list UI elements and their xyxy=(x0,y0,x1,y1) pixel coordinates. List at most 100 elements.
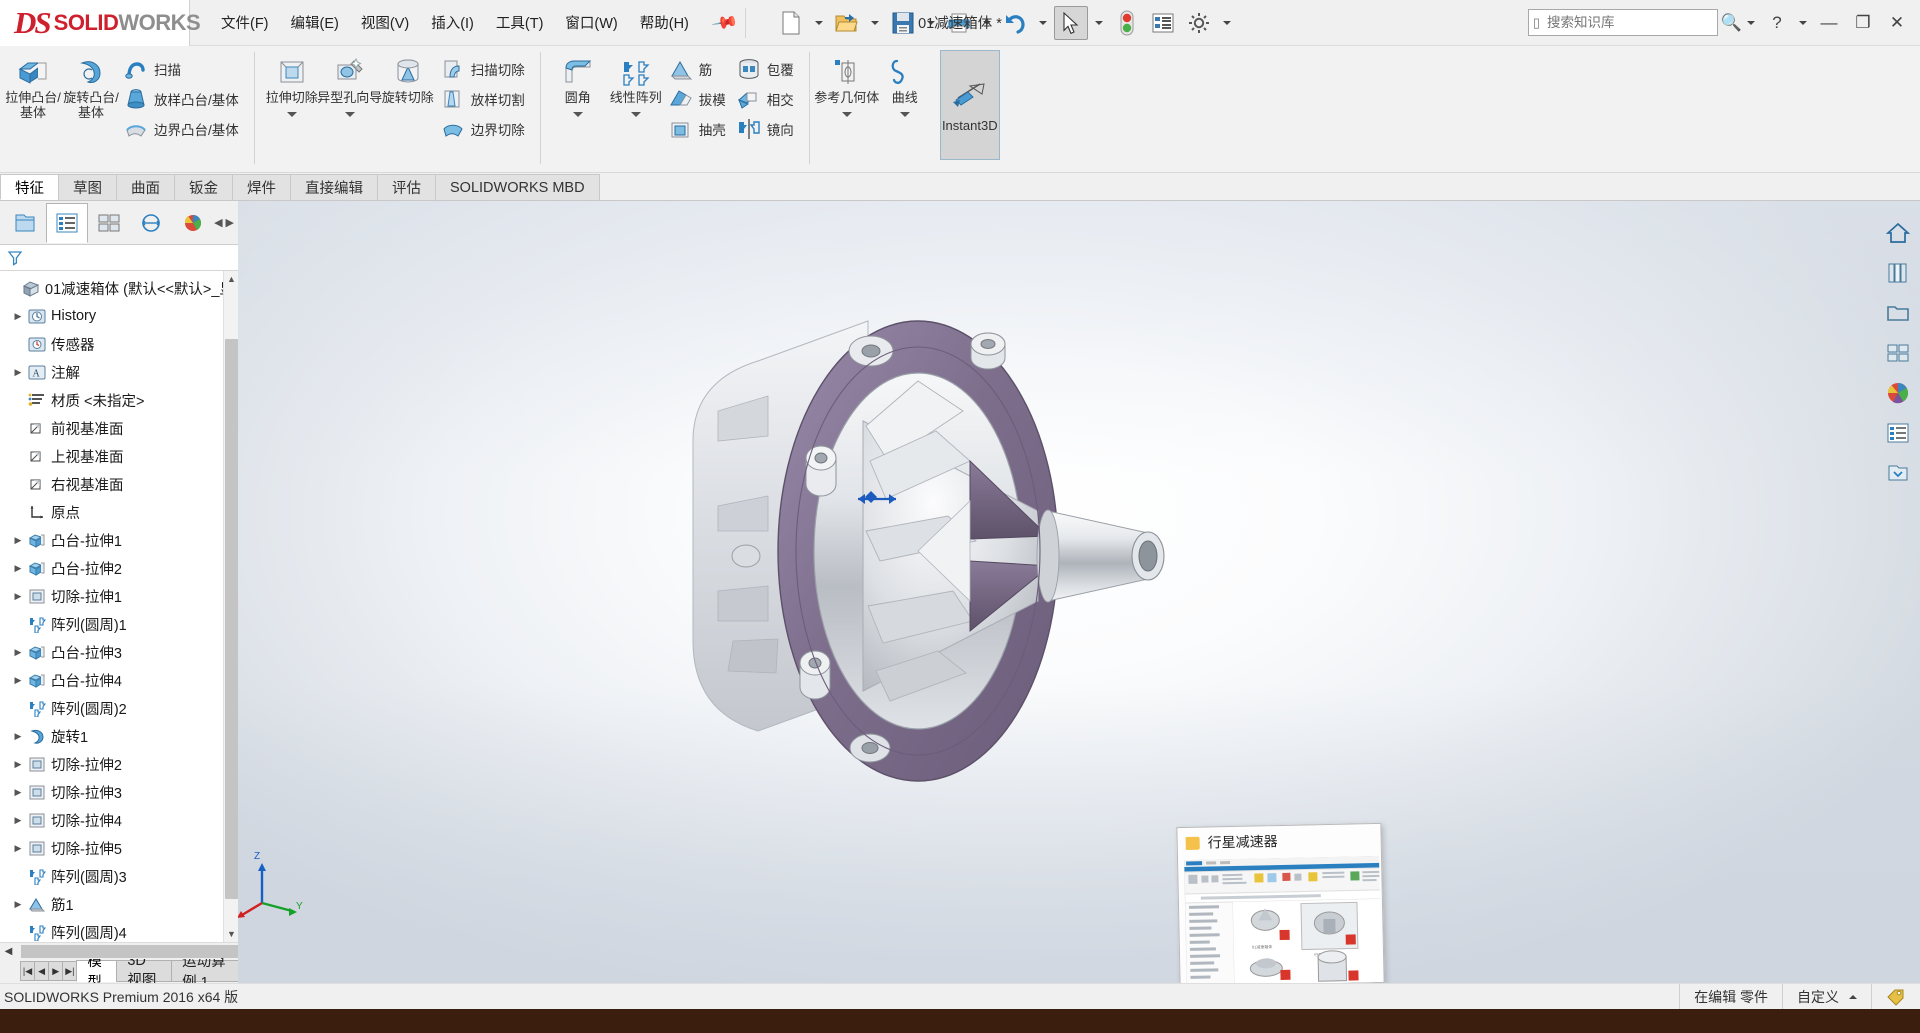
tab-features[interactable]: 特征 xyxy=(0,174,59,200)
feature-tree-item[interactable]: ▶ 切除-拉伸5 xyxy=(0,834,238,862)
curves-dropdown[interactable] xyxy=(876,106,934,124)
design-library-button[interactable] xyxy=(1880,455,1916,491)
chevron-down-icon[interactable] xyxy=(871,20,880,25)
options-gear-button[interactable] xyxy=(1182,6,1216,40)
extruded-cut-dropdown[interactable] xyxy=(263,106,321,124)
menu-help[interactable]: 帮助(H) xyxy=(629,8,700,37)
revolved-cut-button[interactable]: 旋转切除 xyxy=(379,50,437,106)
chevron-down-icon[interactable] xyxy=(815,20,824,25)
tab-weldments[interactable]: 焊件 xyxy=(232,174,291,200)
expand-arrow-icon[interactable]: ▶ xyxy=(10,731,26,742)
graphics-area[interactable]: A ◁ xyxy=(238,201,1920,983)
feature-tree-item[interactable]: ▶ History xyxy=(0,302,238,330)
mirror-button[interactable]: 镜向 xyxy=(733,114,801,144)
shell-button[interactable]: 抽壳 xyxy=(665,114,733,144)
swept-boss-base-button[interactable]: 扫描 xyxy=(120,54,246,84)
menu-window[interactable]: 窗口(W) xyxy=(554,8,628,37)
curves-button[interactable]: 曲线 xyxy=(876,50,934,124)
restore-button[interactable]: ❐ xyxy=(1846,6,1880,40)
menu-view[interactable]: 视图(V) xyxy=(350,8,420,37)
tab-solidworks-mbd[interactable]: SOLIDWORKS MBD xyxy=(435,174,600,200)
undo-button[interactable] xyxy=(998,6,1032,40)
part-library-button[interactable] xyxy=(1880,255,1916,291)
feature-tree-item[interactable]: 材质 <未指定> xyxy=(0,386,238,414)
boundary-cut-button[interactable]: 边界切除 xyxy=(437,114,532,144)
wrap-button[interactable]: 包覆 xyxy=(733,54,801,84)
knowledge-search-box[interactable]: ▯ xyxy=(1527,9,1726,36)
reference-geometry-dropdown[interactable] xyxy=(818,106,876,124)
tab-sketch[interactable]: 草图 xyxy=(58,174,117,200)
expand-arrow-icon[interactable]: ▶ xyxy=(10,787,26,798)
view-palette-button[interactable] xyxy=(1880,335,1916,371)
help-button[interactable]: ? xyxy=(1760,6,1794,40)
rib-button[interactable]: 筋 xyxy=(665,54,733,84)
hscroll-track[interactable] xyxy=(17,943,336,959)
status-tag-area[interactable] xyxy=(1871,983,1920,1010)
configuration-manager-tab[interactable] xyxy=(88,203,130,243)
feature-tree[interactable]: 01减速箱体 (默认<<默认>_显 ▶ History 传感器 ▶ A 注解 材质 <未指定>… xyxy=(0,271,238,942)
print-button[interactable] xyxy=(942,6,976,40)
revolved-boss-base-button[interactable]: 旋转凸台/基体 xyxy=(62,50,120,120)
expand-arrow-icon[interactable]: ▶ xyxy=(10,647,26,658)
last-tab-button[interactable]: ▶| xyxy=(62,961,78,981)
property-manager-tab[interactable] xyxy=(46,202,89,243)
tab-direct-editing[interactable]: 直接编辑 xyxy=(290,174,378,200)
feature-tree-item[interactable]: ▶ 凸台-拉伸1 xyxy=(0,526,238,554)
expand-arrow-icon[interactable]: ▶ xyxy=(10,563,26,574)
tab-evaluate[interactable]: 评估 xyxy=(377,174,436,200)
expand-arrow-icon[interactable]: ▶ xyxy=(10,815,26,826)
feature-tree-item[interactable]: ▶ 筋1 xyxy=(0,890,238,918)
feature-tree-root[interactable]: 01减速箱体 (默认<<默认>_显 xyxy=(0,274,238,302)
chevron-down-icon[interactable] xyxy=(983,20,992,25)
expand-arrow-icon[interactable]: ▶ xyxy=(10,843,26,854)
tab-surfaces[interactable]: 曲面 xyxy=(116,174,175,200)
instant3d-button[interactable]: Instant3D xyxy=(939,50,1000,160)
feature-tree-item[interactable]: ▶ 凸台-拉伸4 xyxy=(0,666,238,694)
bottom-tab-model[interactable]: 模型 xyxy=(76,954,118,991)
intersect-button[interactable]: 相交 xyxy=(733,84,801,114)
extruded-cut-button[interactable]: 拉伸切除 xyxy=(263,50,321,124)
hole-wizard-button[interactable]: 异型孔向导 xyxy=(317,50,382,124)
feature-tree-item[interactable]: 上视基准面 xyxy=(0,442,238,470)
first-tab-button[interactable]: |◀ xyxy=(20,961,36,981)
menu-tools[interactable]: 工具(T) xyxy=(485,8,555,37)
feature-tree-item[interactable]: 前视基准面 xyxy=(0,414,238,442)
feature-tree-item[interactable]: ▶ 切除-拉伸4 xyxy=(0,806,238,834)
prev-tab-button[interactable]: ◀ xyxy=(34,961,50,981)
chevron-up-icon[interactable] xyxy=(1849,994,1857,999)
feature-tree-item[interactable]: ▶ 切除-拉伸1 xyxy=(0,582,238,610)
boundary-boss-base-button[interactable]: 边界凸台/基体 xyxy=(120,114,246,144)
next-tab-button[interactable]: ▶ xyxy=(48,961,64,981)
lofted-boss-base-button[interactable]: 放样凸台/基体 xyxy=(120,84,246,114)
feature-tree-item[interactable]: ▶ 切除-拉伸2 xyxy=(0,750,238,778)
file-preview-popup[interactable]: 行星减速器 01减速箱体 xyxy=(1176,822,1385,983)
select-button[interactable] xyxy=(1054,5,1089,40)
scroll-down-button[interactable]: ▼ xyxy=(224,926,238,942)
feature-tree-item[interactable]: 原点 xyxy=(0,498,238,526)
options-display-button[interactable] xyxy=(1146,6,1180,40)
reference-geometry-button[interactable]: 参考几何体 xyxy=(814,50,879,124)
expand-arrow-icon[interactable]: ▶ xyxy=(10,367,26,378)
hole-wizard-dropdown[interactable] xyxy=(321,106,379,124)
fillet-button[interactable]: 圆角 xyxy=(549,50,607,124)
tree-scroll-thumb[interactable] xyxy=(225,339,238,899)
feature-tree-item[interactable]: 阵列(圆周)3 xyxy=(0,862,238,890)
draft-button[interactable]: 拔模 xyxy=(665,84,733,114)
chevron-down-icon[interactable] xyxy=(1039,20,1048,25)
linear-pattern-button[interactable]: 线性阵列 xyxy=(607,50,665,124)
chevron-down-icon[interactable] xyxy=(1223,20,1232,25)
feature-tree-item[interactable]: ▶ 旋转1 xyxy=(0,722,238,750)
feature-tree-item[interactable]: 传感器 xyxy=(0,330,238,358)
part-model-3d[interactable] xyxy=(618,261,1178,821)
feature-tree-item[interactable]: ▶ A 注解 xyxy=(0,358,238,386)
tab-sheetmetal[interactable]: 钣金 xyxy=(174,174,233,200)
minimize-button[interactable]: — xyxy=(1812,6,1846,40)
chevron-left-icon[interactable]: ◀ xyxy=(214,216,222,229)
open-document-button[interactable] xyxy=(830,6,864,40)
custom-properties-button[interactable] xyxy=(1880,415,1916,451)
expand-arrow-icon[interactable]: ▶ xyxy=(10,675,26,686)
lofted-cut-button[interactable]: 放样切割 xyxy=(437,84,532,114)
fillet-dropdown[interactable] xyxy=(549,106,607,124)
expand-arrow-icon[interactable]: ▶ xyxy=(10,311,26,322)
dimxpert-manager-tab[interactable] xyxy=(130,203,172,243)
